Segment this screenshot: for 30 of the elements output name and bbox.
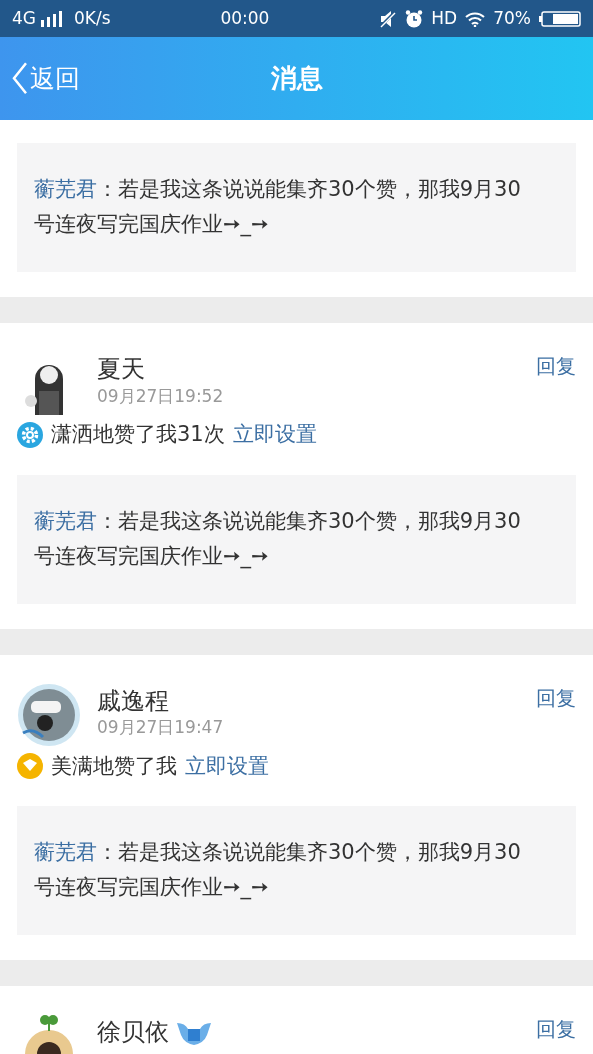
page-title: 消息: [270, 62, 323, 95]
author-link[interactable]: 蘅芜君: [34, 177, 97, 201]
author-link[interactable]: 蘅芜君: [34, 840, 97, 864]
author-link[interactable]: 蘅芜君: [34, 508, 97, 533]
like-text: 潇洒地赞了我31次: [51, 421, 225, 448]
user-name: 徐贝依: [97, 1018, 169, 1047]
alarm-icon: [405, 9, 424, 28]
mute-icon: [379, 9, 398, 28]
reply-link[interactable]: 回复: [536, 1014, 576, 1044]
gear-icon: [17, 421, 43, 448]
user-name: 戚逸程: [97, 686, 169, 716]
post-text: 蘅芜君：若是我这条说说能集齐30个赞，那我9月30号连夜写完国庆作业➙_➙: [34, 176, 522, 239]
reply-link[interactable]: 回复: [536, 351, 576, 381]
battery-icon: [539, 10, 581, 27]
settings-link[interactable]: 立即设置: [232, 419, 317, 451]
timestamp: 09月27日19:47: [97, 716, 225, 740]
like-text: 美满地赞了我: [51, 752, 177, 780]
post-text: 蘅芜君：若是我这条说说能集齐30个赞，那我9月30号连夜写完国庆作业➙_➙: [34, 507, 522, 571]
battery-label: 70%: [493, 6, 531, 30]
timestamp: 09月27日19:52: [97, 384, 225, 408]
wifi-icon: [465, 10, 486, 27]
post-text: 蘅芜君：若是我这条说说能集齐30个赞，那我9月30号连夜写完国庆作业➙_➙: [34, 839, 522, 902]
back-button[interactable]: 返回: [12, 59, 80, 98]
clock: 00:00: [219, 6, 271, 30]
hd-label: HD: [431, 6, 458, 30]
user-name: 夏天: [97, 355, 145, 384]
reply-link[interactable]: 回复: [536, 682, 576, 713]
settings-link[interactable]: 立即设置: [185, 750, 269, 782]
speed-label: 0K/s: [74, 6, 111, 30]
network-label: 4G: [12, 6, 36, 30]
